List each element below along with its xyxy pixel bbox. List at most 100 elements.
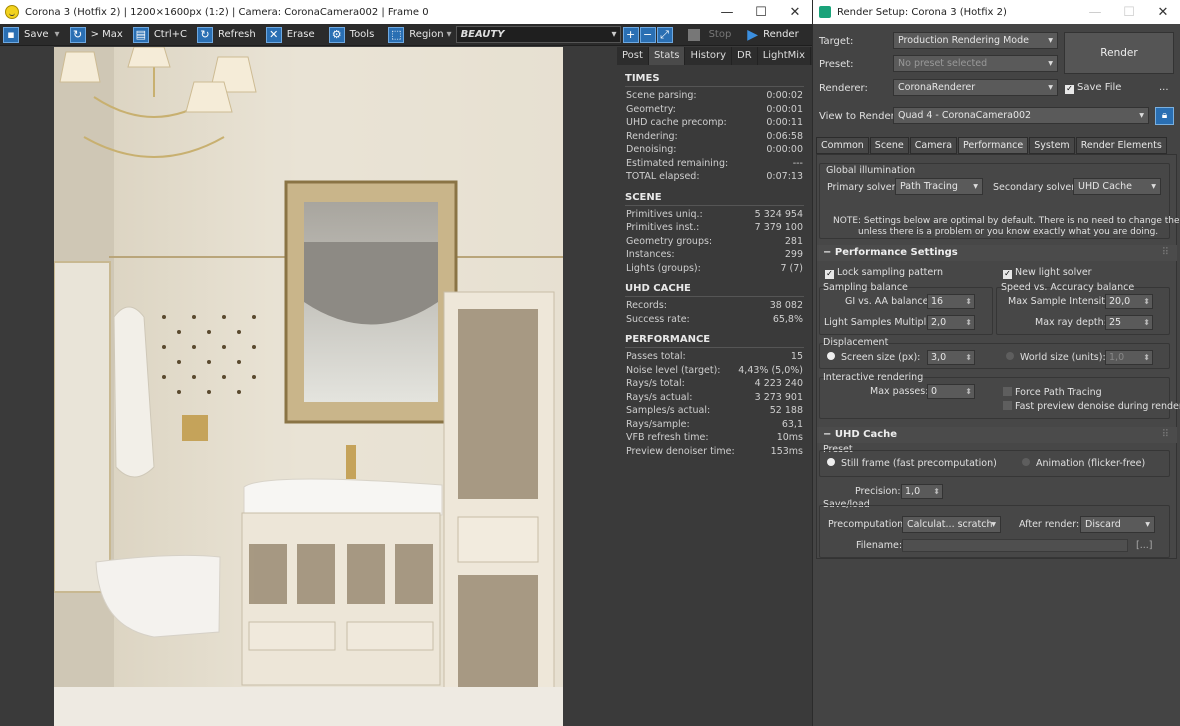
world-size-radio-icon	[1006, 352, 1014, 360]
screen-size-spinner[interactable]: 3,0	[927, 350, 975, 365]
close-icon[interactable]: ✕	[778, 5, 812, 20]
after-render-select[interactable]: Discard	[1080, 516, 1155, 533]
region-label: Region	[409, 29, 444, 40]
more-button[interactable]: ...	[1159, 82, 1169, 93]
uhd-rollout-header[interactable]: − UHD Cache ⠿	[817, 427, 1177, 443]
secondary-solver-select[interactable]: UHD Cache	[1073, 178, 1161, 195]
tools-button[interactable]: ⚙ Tools	[328, 25, 374, 45]
refresh-button[interactable]: ↻ Refresh	[196, 25, 256, 45]
stats-value: 15	[790, 351, 803, 362]
vfb-tab-dr[interactable]: DR	[732, 47, 758, 65]
vfb-tab-lightmix[interactable]: LightMix	[758, 47, 811, 65]
stats-label: Lights (groups):	[626, 262, 701, 274]
zoom-in-icon[interactable]: +	[622, 26, 639, 43]
light-samples-spinner[interactable]: 2,0	[927, 315, 975, 330]
render-button[interactable]: ▶ Render	[747, 25, 798, 45]
stats-row: UHD cache precomp: 0:00:11	[617, 116, 812, 130]
animation-radio[interactable]: Animation (flicker-free)	[1022, 458, 1145, 469]
renderer-select[interactable]: CoronaRenderer	[893, 79, 1058, 96]
vfb-tab-stats[interactable]: Stats	[648, 47, 686, 65]
vfb-tab-post[interactable]: Post	[617, 47, 649, 65]
vfb-title: Corona 3 (Hotfix 2) | 1200×1600px (1:2) …	[25, 6, 429, 18]
max-ray-depth-spinner[interactable]: 25	[1105, 315, 1153, 330]
channel-select[interactable]: BEAUTY	[455, 26, 621, 43]
save-button[interactable]: ▪ Save ▾	[3, 25, 60, 45]
refresh-icon: ↻	[196, 26, 213, 43]
tab-system[interactable]: System	[1029, 137, 1075, 154]
stats-panel: Post Stats History DR LightMix TIMES Scene pa…	[617, 47, 812, 726]
max-passes-spinner[interactable]: 0	[927, 384, 975, 399]
zoom-out-icon[interactable]: −	[639, 26, 656, 43]
primary-solver-select[interactable]: Path Tracing	[895, 178, 983, 195]
gi-aa-spinner[interactable]: 16	[927, 294, 975, 309]
rs-close-icon[interactable]: ✕	[1146, 5, 1180, 20]
rs-maximize-icon[interactable]: ☐	[1112, 5, 1146, 20]
save-file-checkbox[interactable]: ✓ Save File	[1065, 82, 1121, 94]
max-label: > Max	[90, 29, 123, 40]
zoom-fit-icon[interactable]: ⤢	[656, 26, 673, 43]
preset-label: Preset:	[819, 59, 854, 70]
stats-value: 0:00:11	[766, 117, 803, 128]
tab-camera[interactable]: Camera	[909, 137, 958, 154]
tab-common[interactable]: Common	[816, 137, 869, 154]
browse-button[interactable]: [...]	[1136, 540, 1152, 551]
rs-title: Render Setup: Corona 3 (Hotfix 2)	[837, 6, 1007, 18]
corona-smiley-icon	[5, 5, 19, 19]
stats-row: Samples/s actual: 52 188	[617, 404, 812, 418]
new-light-solver-checkbox[interactable]: ✓ New light solver	[1003, 267, 1092, 279]
stats-row: Scene parsing: 0:00:02	[617, 89, 812, 103]
preset-select[interactable]: No preset selected	[893, 55, 1058, 72]
perf-title: Performance Settings	[834, 247, 958, 258]
render-button-rs[interactable]: Render	[1064, 32, 1174, 74]
still-frame-radio[interactable]: Still frame (fast precomputation)	[827, 458, 997, 469]
stats-value: 38 082	[769, 300, 803, 311]
rs-minimize-icon[interactable]: —	[1078, 5, 1112, 20]
vfb-window: Corona 3 (Hotfix 2) | 1200×1600px (1:2) …	[0, 0, 812, 726]
world-size-radio[interactable]: World size (units):	[1006, 352, 1106, 363]
stats-row: Instances: 299	[617, 248, 812, 262]
screen-size-label: Screen size (px):	[841, 352, 921, 363]
max-intensity-spinner[interactable]: 20,0	[1105, 294, 1153, 309]
stats-value: 63,1	[781, 418, 803, 430]
precomputation-select[interactable]: Calculat... scratch	[902, 516, 1001, 533]
target-select[interactable]: Production Rendering Mode	[893, 32, 1058, 49]
stats-value: 65,8%	[772, 313, 803, 325]
lock-icon[interactable]: 🔒︎	[1155, 107, 1174, 125]
region-icon: ⬚	[388, 26, 405, 43]
view-select[interactable]: Quad 4 - CoronaCamera002	[893, 107, 1149, 124]
force-path-tracing-checkbox[interactable]: Force Path Tracing	[1003, 387, 1102, 398]
stats-value: 0:06:58	[766, 130, 803, 142]
target-label: Target:	[819, 36, 854, 47]
fast-preview-label: Fast preview denoise during render	[1015, 401, 1180, 412]
erase-button[interactable]: ✕ Erase	[265, 25, 315, 45]
stats-row: Rays/sample: 63,1	[617, 418, 812, 432]
tab-render-elements[interactable]: Render Elements	[1075, 137, 1167, 154]
stop-button[interactable]: Stop	[687, 25, 731, 45]
interactive-title: Interactive rendering	[823, 372, 924, 383]
region-button[interactable]: ⬚ Region ▾	[388, 25, 452, 45]
vfb-tab-history[interactable]: History	[685, 47, 733, 65]
stats-row: Geometry: 0:00:01	[617, 103, 812, 117]
filename-input[interactable]	[902, 539, 1128, 552]
maximize-icon[interactable]: ☐	[744, 5, 778, 20]
precision-spinner[interactable]: 1,0	[901, 484, 943, 499]
erase-label: Erase	[286, 29, 315, 40]
fast-preview-checkbox[interactable]: Fast preview denoise during render	[1003, 401, 1180, 412]
stats-value: 4 223 240	[754, 378, 803, 389]
stats-label: Samples/s actual:	[626, 405, 711, 416]
tab-scene[interactable]: Scene	[869, 137, 909, 154]
world-size-spinner[interactable]: 1,0	[1105, 350, 1153, 365]
minimize-icon[interactable]: —	[710, 5, 744, 20]
max-button[interactable]: ↻ > Max	[69, 25, 123, 45]
animation-label: Animation (flicker-free)	[1036, 458, 1146, 469]
perf-rollout-header[interactable]: − Performance Settings ⠿	[817, 245, 1177, 261]
tab-performance[interactable]: Performance	[958, 137, 1029, 154]
stats-label: VFB refresh time:	[626, 432, 709, 443]
lock-sampling-checkbox[interactable]: ✓ Lock sampling pattern	[825, 267, 943, 279]
teapot-icon	[819, 6, 831, 18]
precomputation-label: Precomputation:	[828, 519, 907, 530]
copy-button[interactable]: ▤ Ctrl+C	[132, 25, 187, 45]
rs-tab-bar: Common Scene Camera Performance System Render…	[816, 137, 1168, 154]
screen-size-radio[interactable]: Screen size (px):	[827, 352, 920, 363]
stats-row: TOTAL elapsed: 0:07:13	[617, 170, 812, 184]
